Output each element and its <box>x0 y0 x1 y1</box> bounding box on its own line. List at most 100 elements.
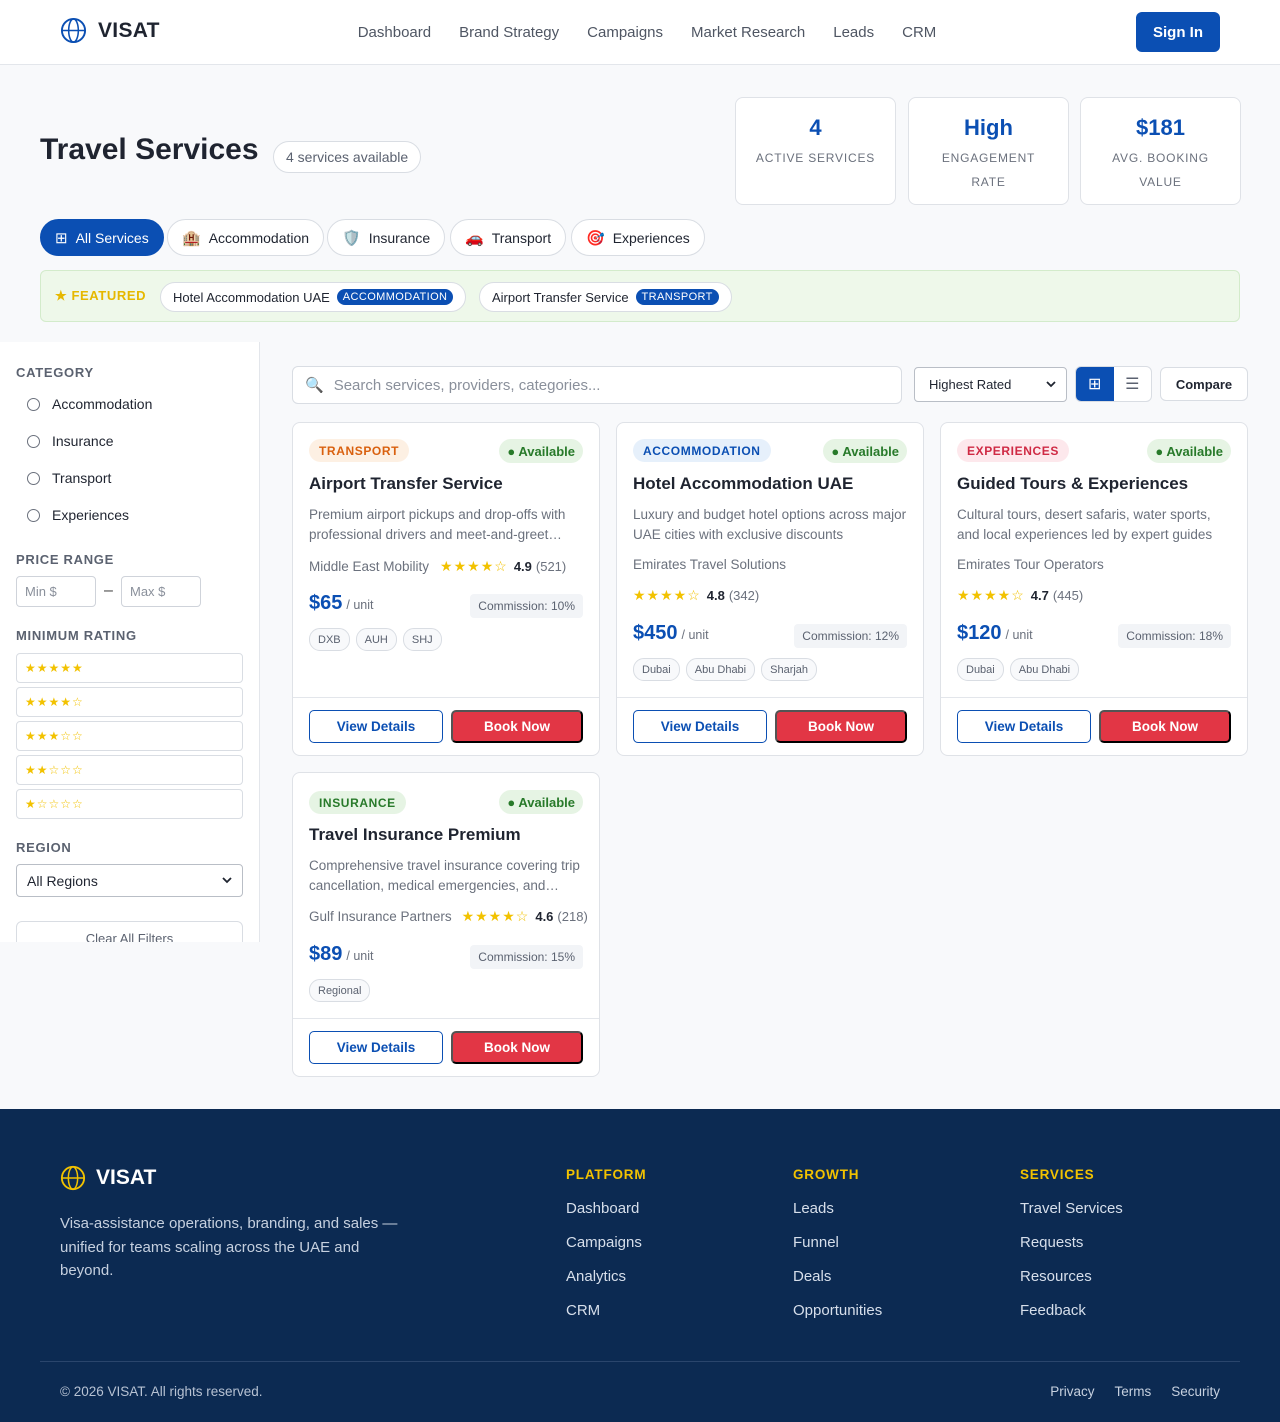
footer-link-privacy[interactable]: Privacy <box>1050 1384 1094 1399</box>
search-input[interactable]: 🔍 Search services, providers, categories… <box>292 366 902 404</box>
tab-insurance[interactable]: 🛡️ Insurance <box>327 219 446 256</box>
featured-chip[interactable]: Hotel Accommodation UAE ACCOMMODATION <box>160 282 467 312</box>
nav-link-dashboard[interactable]: Dashboard <box>358 24 431 41</box>
featured-bar: ★ FEATURED Hotel Accommodation UAE ACCOM… <box>40 270 1240 322</box>
book-now-button[interactable]: Book Now <box>775 710 907 743</box>
category-badge: ACCOMMODATION <box>633 439 771 462</box>
tab-transport[interactable]: 🚗 Transport <box>450 219 567 256</box>
tab-label: Experiences <box>612 229 690 246</box>
tab-all-services[interactable]: ⊞ All Services <box>40 219 164 256</box>
featured-chip-tag: TRANSPORT <box>635 289 719 305</box>
provider-name: Emirates Tour Operators <box>957 557 1104 572</box>
book-now-button[interactable]: Book Now <box>451 710 583 743</box>
footer-link-funnel[interactable]: Funnel <box>793 1234 882 1252</box>
footer-brand-name: VISAT <box>96 1166 157 1189</box>
footer-link-dashboard[interactable]: Dashboard <box>566 1200 646 1218</box>
footer-link-resources[interactable]: Resources <box>1020 1268 1123 1286</box>
rating-option-4[interactable]: ★★★★☆ <box>16 687 243 717</box>
stat-label: ENGAGEMENT RATE <box>941 151 1036 189</box>
radio-circle[interactable] <box>27 508 40 522</box>
price: $89 / unit <box>309 943 373 966</box>
location-tag: Abu Dhabi <box>1009 658 1080 681</box>
book-now-button[interactable]: Book Now <box>451 1031 583 1064</box>
rating-option-3[interactable]: ★★★☆☆ <box>16 721 243 751</box>
footer-link-campaigns[interactable]: Campaigns <box>566 1234 646 1252</box>
price: $120 / unit <box>957 622 1033 645</box>
rating-option-5[interactable]: ★★★★★ <box>16 653 243 683</box>
view-details-button[interactable]: View Details <box>309 1031 443 1064</box>
nav-link-campaigns[interactable]: Campaigns <box>587 24 663 41</box>
price-value: $450 <box>633 622 678 644</box>
nav-link-crm[interactable]: CRM <box>902 24 936 41</box>
footer-link-requests[interactable]: Requests <box>1020 1234 1123 1252</box>
sort-select[interactable]: Highest Rated <box>914 367 1067 402</box>
service-title[interactable]: Guided Tours & Experiences <box>957 474 1188 494</box>
compare-button[interactable]: Compare <box>1160 367 1248 401</box>
hotel-icon: 🏨 <box>182 229 201 247</box>
category-radio-accommodation[interactable]: Accommodation <box>27 396 152 412</box>
footer-brand[interactable]: VISAT <box>60 1165 156 1191</box>
status-badge: ● Available <box>823 439 907 463</box>
main-nav: Dashboard Brand Strategy Campaigns Marke… <box>0 0 1280 64</box>
footer-link-travel-services[interactable]: Travel Services <box>1020 1200 1123 1218</box>
footer-link-analytics[interactable]: Analytics <box>566 1268 646 1286</box>
max-price-input[interactable] <box>121 576 201 607</box>
rating-row: ★★★★☆ 4.7 (445) <box>957 587 1083 604</box>
rating-option-2[interactable]: ★★☆☆☆ <box>16 755 243 785</box>
sign-in-button[interactable]: Sign In <box>1136 12 1220 52</box>
service-title[interactable]: Hotel Accommodation UAE <box>633 474 853 494</box>
featured-chip[interactable]: Airport Transfer Service TRANSPORT <box>479 282 732 312</box>
footer-link-deals[interactable]: Deals <box>793 1268 882 1286</box>
price-value: $120 <box>957 622 1002 644</box>
provider-rating-row: Gulf Insurance Partners ★★★★☆ 4.6 (218) <box>309 908 588 925</box>
location-tag: Dubai <box>633 658 680 681</box>
service-title[interactable]: Airport Transfer Service <box>309 474 503 494</box>
nav-link-brand-strategy[interactable]: Brand Strategy <box>459 24 559 41</box>
radio-label: Experiences <box>52 507 130 523</box>
review-count: (521) <box>535 559 567 574</box>
view-details-button[interactable]: View Details <box>957 710 1091 743</box>
radio-circle[interactable] <box>27 471 40 485</box>
tab-experiences[interactable]: 🎯 Experiences <box>571 219 705 256</box>
category-badge: INSURANCE <box>309 791 406 814</box>
book-now-button[interactable]: Book Now <box>1099 710 1231 743</box>
tab-accommodation[interactable]: 🏨 Accommodation <box>167 219 325 256</box>
footer-link-security[interactable]: Security <box>1171 1384 1220 1399</box>
footer-link-terms[interactable]: Terms <box>1114 1384 1151 1399</box>
nav-link-market-research[interactable]: Market Research <box>691 24 805 41</box>
radio-circle[interactable] <box>27 434 40 448</box>
commission-badge: Commission: 18% <box>1118 624 1231 648</box>
view-details-button[interactable]: View Details <box>309 710 443 743</box>
price-range-heading: PRICE RANGE <box>16 552 114 567</box>
tab-label: Accommodation <box>208 229 310 246</box>
price-value: $89 <box>309 943 343 965</box>
nav-link-leads[interactable]: Leads <box>833 24 874 41</box>
region-select[interactable]: All Regions <box>16 864 243 897</box>
clear-filters-button[interactable]: Clear All Filters <box>16 921 243 942</box>
category-radio-insurance[interactable]: Insurance <box>27 433 113 449</box>
filter-sidebar: CATEGORY Accommodation Insurance Transpo… <box>0 342 260 942</box>
location-tag: DXB <box>309 628 350 651</box>
star-rating-icon: ★★★★☆ <box>440 558 508 574</box>
footer-link-leads[interactable]: Leads <box>793 1200 882 1218</box>
location-tags: DXB AUH SHJ <box>309 628 442 651</box>
min-price-input[interactable] <box>16 576 96 607</box>
grid-view-button[interactable]: ⊞ <box>1076 367 1114 401</box>
radio-circle[interactable] <box>27 397 40 411</box>
category-radio-transport[interactable]: Transport <box>27 470 111 486</box>
brand-logo[interactable]: VISAT <box>60 17 160 44</box>
view-details-button[interactable]: View Details <box>633 710 767 743</box>
service-title[interactable]: Travel Insurance Premium <box>309 825 521 845</box>
category-radio-experiences[interactable]: Experiences <box>27 507 129 523</box>
rating-option-1[interactable]: ★☆☆☆☆ <box>16 789 243 819</box>
status-badge: ● Available <box>499 790 583 814</box>
globe-icon <box>60 17 87 44</box>
status-badge: ● Available <box>499 439 583 463</box>
footer-link-opportunities[interactable]: Opportunities <box>793 1302 882 1320</box>
footer-link-feedback[interactable]: Feedback <box>1020 1302 1123 1320</box>
star-rating-icon: ★★★★☆ <box>633 587 701 603</box>
search-icon: 🔍 <box>305 377 324 394</box>
list-view-button[interactable]: ☰ <box>1114 367 1152 401</box>
footer-link-crm[interactable]: CRM <box>566 1302 646 1320</box>
grid-icon: ⊞ <box>55 229 68 247</box>
